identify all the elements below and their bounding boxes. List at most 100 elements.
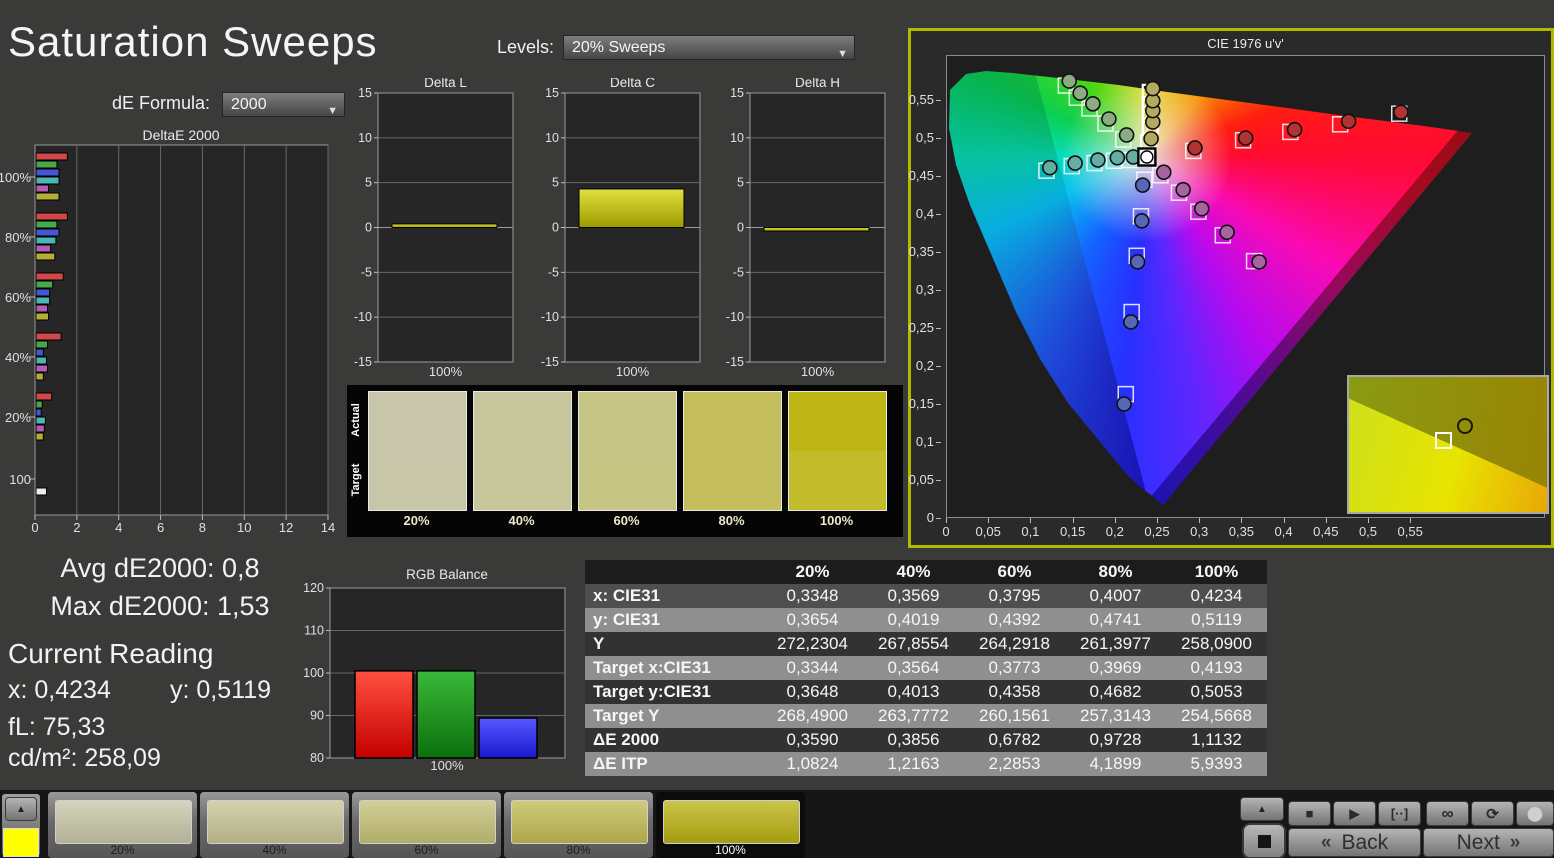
cie-axis-tickmark <box>936 480 941 481</box>
actual-swatch <box>579 392 676 451</box>
measurement-table-wrap: 20% 40% 60% 80% 100% x: CIE31 0,3348 0,3569 0,37… <box>585 560 1267 776</box>
svg-text:100%: 100% <box>429 364 463 379</box>
svg-text:110: 110 <box>304 624 324 638</box>
blue-bar <box>35 288 51 297</box>
table-value: 1,1132 <box>1191 730 1242 749</box>
cie-axis-tick-label: 0,45 <box>1313 524 1339 539</box>
green-measured-point <box>1072 85 1088 101</box>
cie-axis-tickmark <box>936 442 941 443</box>
chevron-down-icon: ▼ <box>327 105 338 117</box>
svg-text:0: 0 <box>31 520 38 535</box>
blue-measured-point <box>1123 314 1139 330</box>
target-swatch <box>789 451 886 510</box>
rgb-balance-chart: RGB Balance 120 110 100 90 80 100% <box>303 567 566 773</box>
de-formula-dropdown[interactable]: 2000 ▼ <box>222 92 345 117</box>
table-value: 0,3795 <box>988 586 1041 605</box>
actual-swatch <box>789 392 886 451</box>
table-row: Y 272,2304 267,8554 264,2918 261,3977 258,090… <box>585 632 1267 656</box>
levels-dropdown[interactable]: 20% Sweeps ▼ <box>563 35 855 60</box>
patch-button-60%[interactable]: 60% <box>352 792 501 858</box>
current-x-reading: x: 0,4234 <box>8 676 111 704</box>
table-value: 1,2163 <box>887 754 940 773</box>
target-swatch <box>579 451 676 510</box>
svg-text:80: 80 <box>310 751 324 765</box>
app-root: Saturation Sweeps dE Formula: 2000 ▼ Lev… <box>0 0 1554 858</box>
cie-axis-tickmark <box>1072 518 1074 523</box>
blue-measured-point <box>1116 396 1132 412</box>
actual-target-swatch-strip: Actual Target 20% 40% 60% 80% 100% <box>347 385 903 537</box>
blue-measured-point <box>1134 177 1151 193</box>
table-value: 0,3648 <box>786 682 839 701</box>
svg-text:-10: -10 <box>354 310 372 324</box>
swatch-cell-20% <box>368 391 467 511</box>
infinity-icon: ∞ <box>1441 803 1454 823</box>
red-measured-point <box>1237 130 1254 146</box>
svg-text:15: 15 <box>545 86 559 100</box>
swatch-label: 60% <box>613 513 640 528</box>
svg-text:14: 14 <box>321 520 335 535</box>
patch-button-80%[interactable]: 80% <box>504 792 653 858</box>
blue-measured-point <box>1129 254 1146 270</box>
blue-bar <box>35 228 60 237</box>
svg-text:100%: 100% <box>430 758 464 773</box>
table-value: 0,5053 <box>1190 682 1243 701</box>
svg-text:15: 15 <box>730 86 744 100</box>
svg-text:-5: -5 <box>733 265 744 279</box>
back-button[interactable]: « Back <box>1288 828 1421 857</box>
svg-text:Delta C: Delta C <box>610 78 655 90</box>
green-balance-bar <box>416 670 476 759</box>
green-measured-point <box>1061 73 1078 89</box>
green-measured-point <box>1118 127 1135 143</box>
cyan-bar <box>35 356 47 365</box>
swatch-cell-60% <box>578 391 677 511</box>
stop-button[interactable]: ■ <box>1288 801 1331 826</box>
green-bar <box>35 280 54 289</box>
levels-value: 20% Sweeps <box>572 39 666 56</box>
green-measured-point <box>1085 95 1101 112</box>
pattern-window-button[interactable]: [··] <box>1378 801 1421 826</box>
svg-text:100%: 100% <box>0 170 31 185</box>
blue-bar <box>35 168 60 177</box>
next-button[interactable]: Next » <box>1423 828 1554 857</box>
cie-axis-tick-label: 0,3 <box>915 282 934 297</box>
cie-axis-tickmark <box>1241 518 1243 523</box>
green-measured-point <box>1101 111 1117 127</box>
svg-text:10: 10 <box>237 520 251 535</box>
expand-up-button[interactable]: ▲ <box>5 797 37 821</box>
cie-axis-tick-label: 0,45 <box>908 168 934 183</box>
patch-button-100%[interactable]: 100% <box>656 792 805 858</box>
cyan-measured-point <box>1042 159 1058 176</box>
red-measured-point <box>1393 104 1409 120</box>
table-value: 0,4019 <box>887 610 940 629</box>
cie-axis-tick-label: 0,3 <box>1190 524 1209 539</box>
yellow-bar <box>35 192 60 201</box>
target-swatch <box>684 451 781 510</box>
red-bar <box>35 332 62 341</box>
play-button[interactable]: ▶ <box>1333 801 1376 826</box>
avg-de2000-reading: Avg dE2000: 0,8 <box>60 553 260 583</box>
table-value: 268,4900 <box>777 706 848 725</box>
cyan-measured-point <box>1109 149 1126 166</box>
swatch-cell-40% <box>473 391 572 511</box>
target-row-label: Target <box>350 463 362 497</box>
loop-button[interactable]: ⟳ <box>1471 801 1514 826</box>
swatch-cell-100% <box>788 391 887 511</box>
continuous-read-button[interactable]: ∞ <box>1426 801 1469 826</box>
red-bar <box>35 152 68 161</box>
cie-axis-tickmark <box>936 138 941 139</box>
red-bar <box>35 212 68 221</box>
pattern-stop-button[interactable] <box>1242 823 1286 858</box>
yellow-bar <box>35 252 56 261</box>
patch-button-20%[interactable]: 20% <box>48 792 197 858</box>
table-value: 0,9728 <box>1089 730 1142 749</box>
expand-up-button-right[interactable]: ▲ <box>1240 797 1284 821</box>
table-row: Target Y 268,4900 263,7772 260,1561 257,3143… <box>585 704 1267 728</box>
svg-text:DeltaE 2000: DeltaE 2000 <box>142 128 219 143</box>
svg-text:15: 15 <box>358 86 372 100</box>
stop-square-icon <box>1257 834 1271 848</box>
actual-swatch <box>684 392 781 451</box>
patch-button-40%[interactable]: 40% <box>200 792 349 858</box>
record-dot-button[interactable]: ⬤ <box>1516 801 1554 826</box>
green-bar <box>35 400 43 409</box>
table-value: 5,9393 <box>1190 754 1243 773</box>
